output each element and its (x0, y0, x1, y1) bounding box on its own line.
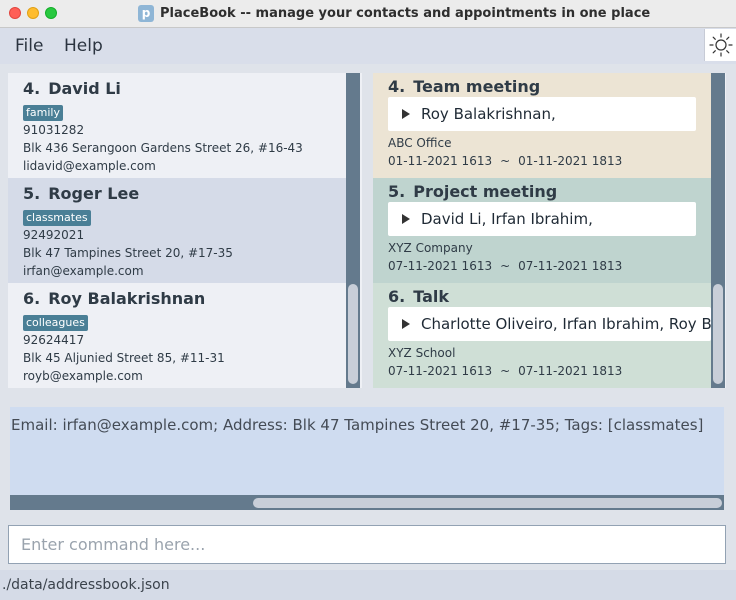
close-window-button[interactable] (9, 7, 21, 19)
time-separator: ~ (500, 259, 511, 273)
appointment-title: Team meeting (413, 77, 541, 96)
appointment-header: 4. Team meeting (388, 77, 711, 97)
appointment-clients: Charlotte Oliveiro, Irfan Ibrahim, Roy B… (421, 315, 711, 333)
appointment-card[interactable]: 5. Project meeting David Li, Irfan Ibrahi… (373, 178, 711, 283)
person-name: Roy Balakrishnan (48, 289, 206, 308)
person-index: 6. (23, 289, 41, 308)
appointment-title: Talk (413, 287, 449, 306)
person-header: 6. Roy Balakrishnan (23, 289, 346, 311)
person-email: irfan@example.com (23, 264, 144, 278)
person-phone: 91031282 (23, 123, 85, 137)
menu-file[interactable]: File (15, 36, 43, 56)
appointment-location: ABC Office (388, 136, 452, 150)
command-input[interactable] (9, 526, 725, 563)
person-card[interactable]: 6. Roy Balakrishnan colleagues 92624417 B… (8, 283, 346, 388)
appointment-header: 5. Project meeting (388, 182, 711, 202)
person-tag: family (23, 105, 63, 121)
app-icon: p (138, 5, 154, 22)
appointment-clients: Roy Balakrishnan, (421, 105, 556, 123)
menu-help[interactable]: Help (64, 36, 103, 56)
appointment-clients: David Li, Irfan Ibrahim, (421, 210, 593, 228)
person-list-scroll-thumb[interactable] (348, 284, 358, 384)
appointment-end: 07-11-2021 1813 (518, 259, 623, 273)
appointment-time: 07-11-2021 1613 ~07-11-2021 1813 (388, 364, 711, 382)
result-display[interactable]: Email: irfan@example.com; Address: Blk 4… (10, 407, 724, 495)
appointment-end: 01-11-2021 1813 (518, 154, 623, 168)
zoom-window-button[interactable] (45, 7, 57, 19)
person-phone: 92624417 (23, 333, 85, 347)
person-phone: 92492021 (23, 228, 85, 242)
appointment-location: XYZ School (388, 346, 456, 360)
person-address: Blk 45 Aljunied Street 85, #11-31 (23, 351, 225, 365)
sun-icon (709, 33, 733, 57)
expand-arrow-icon[interactable] (402, 214, 410, 224)
appointment-index: 4. (388, 77, 406, 96)
appointment-list[interactable]: 4. Team meeting Roy Balakrishnan, ABC Off… (373, 73, 726, 388)
appointment-end: 07-11-2021 1813 (518, 364, 623, 378)
person-list[interactable]: 4. David Li family 91031282 Blk 436 Seran… (8, 73, 362, 388)
person-list-scrollbar[interactable] (346, 73, 360, 388)
appointment-location: XYZ Company (388, 241, 473, 255)
minimize-window-button[interactable] (27, 7, 39, 19)
appointment-start: 07-11-2021 1613 (388, 364, 493, 378)
person-name: David Li (48, 79, 121, 98)
appointment-start: 07-11-2021 1613 (388, 259, 493, 273)
command-box[interactable] (8, 525, 726, 564)
appointment-card[interactable]: 6. Talk Charlotte Oliveiro, Irfan Ibrahim… (373, 283, 711, 388)
result-text: Email: irfan@example.com; Address: Blk 4… (11, 416, 704, 434)
person-header: 5. Roger Lee (23, 184, 346, 206)
clients-dropdown[interactable]: Roy Balakrishnan, (388, 97, 696, 131)
window-title: PlaceBook -- manage your contacts and ap… (160, 6, 651, 21)
title-bar: p PlaceBook -- manage your contacts and … (0, 0, 736, 28)
menu-bar: File Help (0, 28, 736, 64)
person-name: Roger Lee (48, 184, 140, 203)
result-horizontal-scrollbar[interactable] (10, 495, 724, 510)
person-email: royb@example.com (23, 369, 143, 383)
appointment-time: 07-11-2021 1613 ~07-11-2021 1813 (388, 259, 711, 277)
person-tag: colleagues (23, 315, 88, 331)
person-card[interactable]: 4. David Li family 91031282 Blk 436 Seran… (8, 73, 346, 178)
appointment-title: Project meeting (413, 182, 558, 201)
time-separator: ~ (500, 154, 511, 168)
expand-arrow-icon[interactable] (402, 319, 410, 329)
time-separator: ~ (500, 364, 511, 378)
appointment-card[interactable]: 4. Team meeting Roy Balakrishnan, ABC Off… (373, 73, 711, 178)
appointment-list-scroll-thumb[interactable] (713, 284, 723, 384)
person-email: lidavid@example.com (23, 159, 156, 173)
clients-dropdown[interactable]: David Li, Irfan Ibrahim, (388, 202, 696, 236)
appointment-start: 01-11-2021 1613 (388, 154, 493, 168)
theme-toggle-button[interactable] (704, 29, 736, 61)
person-header: 4. David Li (23, 79, 346, 101)
appointment-index: 5. (388, 182, 406, 201)
person-index: 4. (23, 79, 41, 98)
expand-arrow-icon[interactable] (402, 109, 410, 119)
appointment-index: 6. (388, 287, 406, 306)
person-tag: classmates (23, 210, 91, 226)
data-file-path: ./data/addressbook.json (2, 577, 170, 593)
person-card[interactable]: 5. Roger Lee classmates 92492021 Blk 47 T… (8, 178, 346, 283)
person-address: Blk 436 Serangoon Gardens Street 26, #16… (23, 141, 303, 155)
status-bar: ./data/addressbook.json (0, 570, 736, 600)
person-address: Blk 47 Tampines Street 20, #17-35 (23, 246, 233, 260)
appointment-list-scrollbar[interactable] (711, 73, 725, 388)
result-scroll-thumb[interactable] (253, 498, 722, 508)
person-index: 5. (23, 184, 41, 203)
clients-dropdown[interactable]: Charlotte Oliveiro, Irfan Ibrahim, Roy B… (388, 307, 711, 341)
appointment-time: 01-11-2021 1613 ~01-11-2021 1813 (388, 154, 711, 172)
appointment-header: 6. Talk (388, 287, 711, 307)
